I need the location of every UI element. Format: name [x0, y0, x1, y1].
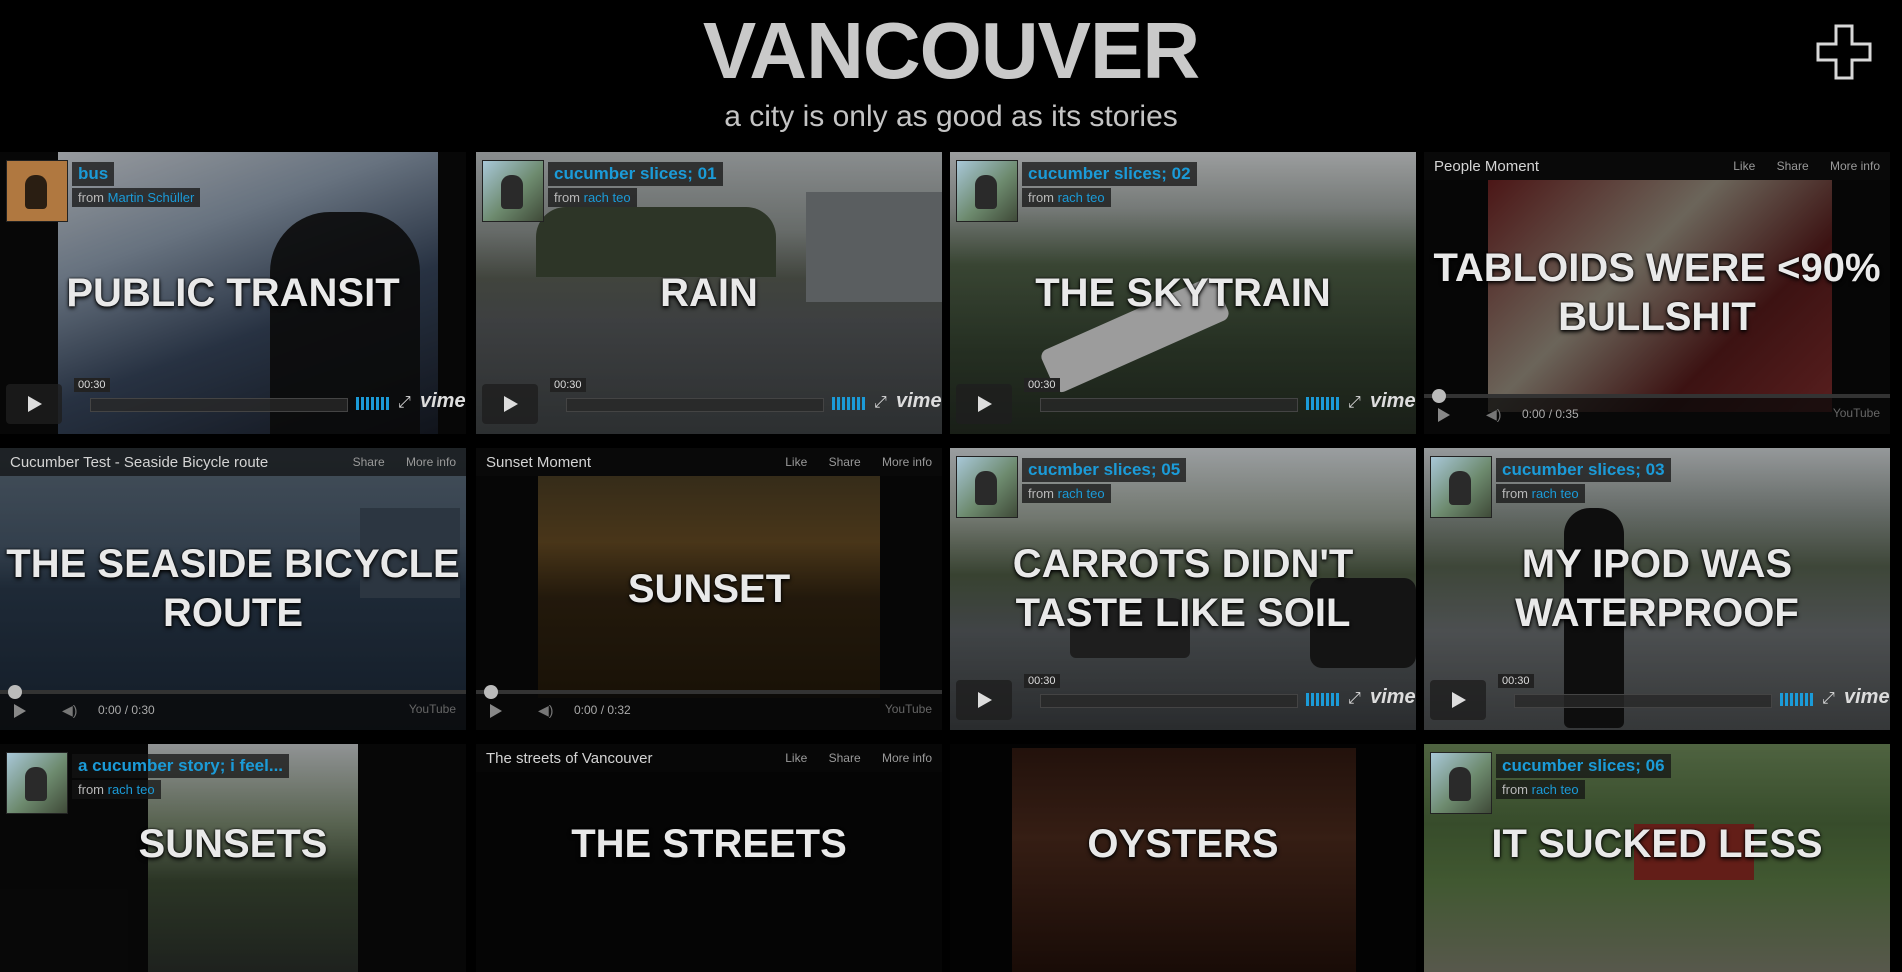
story-tile-public-transit[interactable]: bus from Martin Schüller PUBLIC TRANSIT …: [0, 152, 466, 434]
site-title: VANCOUVER: [702, 6, 1200, 95]
vimeo-logo[interactable]: vimeo: [1370, 686, 1416, 709]
video-controls: 00:30 ⤢ vimeo: [482, 378, 942, 424]
play-button[interactable]: [1438, 408, 1450, 422]
video-controls: ◀) 0:00 / 0:32 YouTube: [476, 685, 942, 730]
story-title: TABLOIDS WERE <90% BULLSHIT: [1433, 246, 1881, 339]
volume-icon[interactable]: [832, 397, 866, 410]
video-time: 0:00 / 0:32: [574, 703, 631, 717]
vimeo-logo[interactable]: vimeo: [896, 390, 942, 413]
story-tile-sunsets[interactable]: a cucumber story; i feel... from rach te…: [0, 744, 466, 972]
site-tagline: a city is only as good as its stories: [724, 100, 1178, 133]
fullscreen-icon[interactable]: ⤢: [1822, 690, 1835, 708]
video-duration: 00:30: [1024, 674, 1060, 688]
progress-bar[interactable]: [1514, 694, 1772, 708]
vimeo-logo[interactable]: vimeo: [1370, 390, 1416, 413]
vimeo-logo[interactable]: vimeo: [420, 390, 466, 413]
volume-icon[interactable]: ◀): [62, 702, 77, 719]
video-duration: 00:30: [74, 378, 110, 392]
story-title: SUNSET: [627, 566, 791, 611]
volume-icon[interactable]: ◀): [538, 702, 553, 719]
video-duration: 00:30: [550, 378, 586, 392]
video-controls: 00:30 ⤢ vimeo: [1430, 674, 1890, 720]
play-button[interactable]: [956, 680, 1012, 720]
volume-icon[interactable]: [1306, 397, 1340, 410]
volume-icon[interactable]: [1780, 693, 1814, 706]
story-tile-tabloids[interactable]: People Moment Like Share More info TABLO…: [1424, 152, 1890, 434]
video-duration: 00:30: [1498, 674, 1534, 688]
progress-knob[interactable]: [1432, 389, 1446, 403]
story-title: THE SEASIDE BICYCLE ROUTE: [6, 542, 460, 635]
video-time: 0:00 / 0:35: [1522, 407, 1579, 421]
progress-bar[interactable]: [0, 685, 466, 699]
play-button[interactable]: [956, 384, 1012, 424]
site-header: VANCOUVER a city is only as good as its …: [0, 0, 1902, 150]
play-button[interactable]: [490, 704, 502, 718]
plus-icon[interactable]: [1816, 24, 1872, 80]
video-duration: 00:30: [1024, 378, 1060, 392]
fullscreen-icon[interactable]: ⤢: [1348, 394, 1361, 412]
progress-bar[interactable]: [90, 398, 348, 412]
progress-knob[interactable]: [8, 685, 22, 699]
vimeo-logo[interactable]: vimeo: [1844, 686, 1890, 709]
progress-bar[interactable]: [566, 398, 824, 412]
volume-icon[interactable]: [1306, 693, 1340, 706]
story-tile-ipod[interactable]: cucumber slices; 03 from rach teo MY IPO…: [1424, 448, 1890, 730]
story-title: THE STREETS: [571, 821, 847, 866]
youtube-logo[interactable]: YouTube: [885, 702, 932, 716]
story-tile-seaside-bicycle[interactable]: Cucumber Test - Seaside Bicycle route Sh…: [0, 448, 466, 730]
progress-bar[interactable]: [476, 685, 942, 699]
fullscreen-icon[interactable]: ⤢: [874, 394, 887, 412]
progress-bar[interactable]: [1040, 398, 1298, 412]
story-tile-it-sucked-less[interactable]: cucumber slices; 06 from rach teo IT SUC…: [1424, 744, 1890, 972]
volume-icon[interactable]: ◀): [1486, 406, 1501, 423]
play-button[interactable]: [14, 704, 26, 718]
youtube-logo[interactable]: YouTube: [409, 702, 456, 716]
story-tile-skytrain[interactable]: cucumber slices; 02 from rach teo THE SK…: [950, 152, 1416, 434]
progress-bar[interactable]: [1424, 389, 1890, 403]
story-tile-rain[interactable]: cucumber slices; 01 from rach teo RAIN 0…: [476, 152, 942, 434]
video-controls: ◀) 0:00 / 0:35 YouTube: [1424, 389, 1890, 434]
volume-icon[interactable]: [356, 397, 390, 410]
play-button[interactable]: [1430, 680, 1486, 720]
video-controls: 00:30 ⤢ vimeo: [956, 378, 1416, 424]
story-tile-carrots[interactable]: cucmber slices; 05 from rach teo CARROTS…: [950, 448, 1416, 730]
youtube-logo[interactable]: YouTube: [1833, 406, 1880, 420]
video-controls: 00:30 ⤢ vimeo: [6, 378, 466, 424]
story-title: IT SUCKED LESS: [1491, 821, 1823, 866]
story-title: SUNSETS: [138, 821, 328, 866]
story-tile-oysters[interactable]: OYSTERS: [950, 744, 1416, 972]
play-button[interactable]: [482, 384, 538, 424]
video-time: 0:00 / 0:30: [98, 703, 155, 717]
story-tile-sunset[interactable]: Sunset Moment Like Share More info SUNSE…: [476, 448, 942, 730]
progress-knob[interactable]: [484, 685, 498, 699]
story-tile-streets[interactable]: The streets of Vancouver Like Share More…: [476, 744, 942, 972]
story-title: OYSTERS: [1087, 821, 1279, 866]
play-button[interactable]: [6, 384, 62, 424]
video-controls: ◀) 0:00 / 0:30 YouTube: [0, 685, 466, 730]
fullscreen-icon[interactable]: ⤢: [398, 394, 411, 412]
video-controls: 00:30 ⤢ vimeo: [956, 674, 1416, 720]
progress-bar[interactable]: [1040, 694, 1298, 708]
fullscreen-icon[interactable]: ⤢: [1348, 690, 1361, 708]
